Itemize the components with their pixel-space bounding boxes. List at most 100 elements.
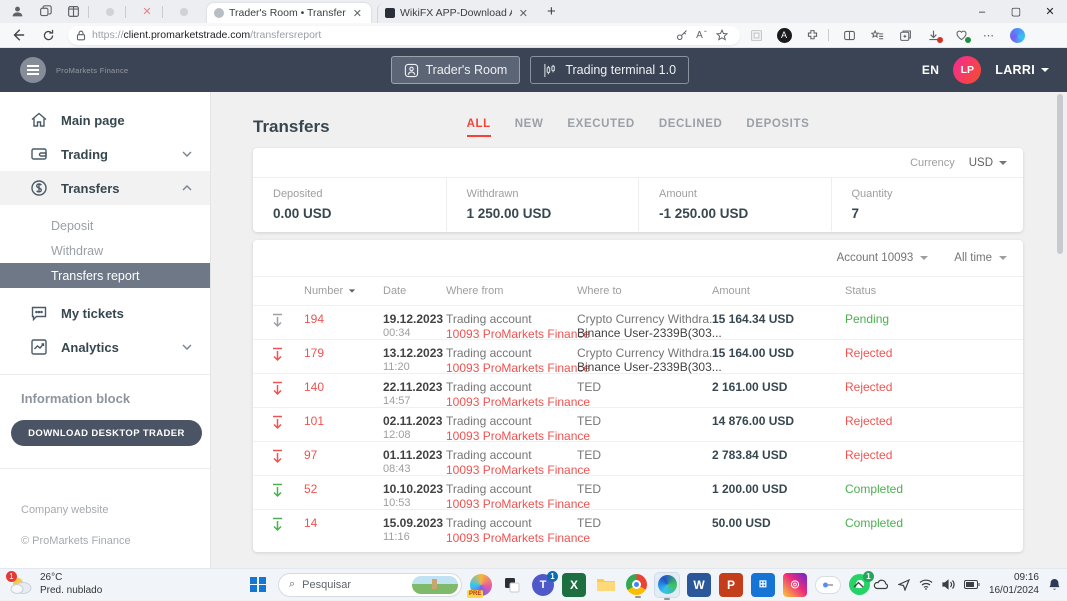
- table-row[interactable]: 14 15.09.202311:16 Trading account10093 …: [253, 509, 1023, 543]
- table-row[interactable]: 194 19.12.202300:34 Trading account10093…: [253, 305, 1023, 339]
- refresh-icon[interactable]: [36, 25, 60, 45]
- screenshot-icon[interactable]: [744, 25, 768, 45]
- copilot-taskbar-icon[interactable]: PRE: [470, 574, 492, 596]
- minimize-button[interactable]: –: [965, 0, 999, 23]
- password-key-icon[interactable]: [672, 29, 692, 41]
- workspaces-icon[interactable]: [34, 3, 56, 21]
- task-view-icon[interactable]: [500, 573, 524, 597]
- battery-icon[interactable]: [964, 580, 980, 589]
- column-number[interactable]: Number: [304, 285, 383, 297]
- start-button[interactable]: [246, 573, 270, 597]
- pinned-tab-close-icon[interactable]: ✕: [136, 3, 158, 21]
- weather-widget[interactable]: 1 26°C Pred. nublado: [8, 572, 102, 597]
- period-filter[interactable]: All time: [954, 252, 1007, 264]
- sidebar-item-main-page[interactable]: Main page: [0, 103, 210, 137]
- menu-hamburger-icon[interactable]: [20, 57, 46, 83]
- table-row[interactable]: 97 01.11.202308:43 Trading account10093 …: [253, 441, 1023, 475]
- passkey-icon[interactable]: [815, 576, 841, 594]
- downloads-icon[interactable]: [921, 25, 945, 45]
- copilot-icon[interactable]: [1005, 25, 1029, 45]
- sidebar-item-transfers[interactable]: Transfers: [0, 171, 210, 205]
- edge-icon[interactable]: [655, 573, 679, 597]
- pinned-tab-icon[interactable]: [173, 3, 195, 21]
- browser-profile-icon[interactable]: [6, 3, 28, 21]
- new-tab-button[interactable]: +: [547, 3, 556, 20]
- transfer-number[interactable]: 101: [304, 414, 383, 443]
- more-options-icon[interactable]: ⋯: [977, 25, 1001, 45]
- traders-room-button[interactable]: Trader's Room: [391, 56, 521, 84]
- table-row[interactable]: 52 10.10.202310:53 Trading account10093 …: [253, 475, 1023, 509]
- transfer-number[interactable]: 97: [304, 448, 383, 477]
- transfer-number[interactable]: 179: [304, 346, 383, 375]
- browser-essentials-icon[interactable]: [949, 25, 973, 45]
- word-icon[interactable]: W: [687, 573, 711, 597]
- transfer-number[interactable]: 140: [304, 380, 383, 409]
- table-row[interactable]: 179 13.12.202311:20 Trading account10093…: [253, 339, 1023, 373]
- account-link[interactable]: 10093 ProMarkets Finance: [446, 463, 577, 477]
- account-link[interactable]: 10093 ProMarkets Finance: [446, 497, 577, 511]
- transfer-number[interactable]: 14: [304, 516, 383, 545]
- extension-icon[interactable]: [800, 25, 824, 45]
- notification-bell-icon[interactable]: [1048, 578, 1061, 592]
- maximize-button[interactable]: ▢: [999, 0, 1033, 23]
- filter-tab[interactable]: ALL: [467, 118, 491, 137]
- onedrive-icon[interactable]: [873, 579, 889, 590]
- sidebar-item-my-tickets[interactable]: My tickets: [0, 296, 210, 330]
- trading-terminal-button[interactable]: Trading terminal 1.0: [530, 56, 689, 84]
- tab-close-icon[interactable]: ✕: [351, 7, 364, 20]
- close-button[interactable]: ✕: [1033, 0, 1067, 23]
- pinned-tab-icon[interactable]: [99, 3, 121, 21]
- excel-icon[interactable]: X: [562, 573, 586, 597]
- teams-icon[interactable]: T1: [532, 574, 554, 596]
- filter-tab[interactable]: DECLINED: [659, 118, 723, 137]
- account-link[interactable]: 10093 ProMarkets Finance: [446, 429, 577, 443]
- collections-icon[interactable]: [893, 25, 917, 45]
- taskbar-search[interactable]: ⌕ Pesquisar: [278, 573, 462, 597]
- instagram-icon[interactable]: ◎: [783, 573, 807, 597]
- tab-actions-icon[interactable]: [62, 3, 84, 21]
- account-filter[interactable]: Account 10093: [837, 252, 929, 264]
- private-profile-icon[interactable]: A: [772, 25, 796, 45]
- sidebar-item-analytics[interactable]: Analytics: [0, 330, 210, 364]
- read-aloud-icon[interactable]: A⌃: [692, 30, 712, 41]
- tray-expand-icon[interactable]: [853, 581, 864, 588]
- company-website-link[interactable]: Company website: [21, 504, 108, 516]
- transfer-number[interactable]: 194: [304, 312, 383, 341]
- account-link[interactable]: 10093 ProMarkets Finance: [446, 395, 577, 409]
- search-daily-image[interactable]: [412, 576, 458, 594]
- transfer-number[interactable]: 52: [304, 482, 383, 511]
- back-icon[interactable]: [6, 25, 30, 45]
- chrome-icon[interactable]: [626, 574, 647, 595]
- lock-icon[interactable]: [76, 30, 86, 41]
- taskbar-clock[interactable]: 09:16 16/01/2024: [989, 572, 1039, 597]
- user-menu[interactable]: LARRI: [995, 63, 1049, 77]
- filter-tab[interactable]: NEW: [515, 118, 544, 137]
- ms-store-icon[interactable]: ⊞: [751, 573, 775, 597]
- scrollbar-track[interactable]: [1057, 92, 1063, 568]
- tab-close-icon[interactable]: ✕: [517, 7, 530, 20]
- sidebar-subitem-deposit[interactable]: Deposit: [0, 213, 210, 238]
- volume-icon[interactable]: [942, 579, 955, 590]
- wifi-icon[interactable]: [919, 579, 933, 590]
- filter-tab[interactable]: EXECUTED: [567, 118, 634, 137]
- location-icon[interactable]: [898, 579, 910, 591]
- sidebar-subitem-transfers-report[interactable]: Transfers report: [0, 263, 210, 288]
- file-explorer-icon[interactable]: [594, 573, 618, 597]
- filter-tab[interactable]: DEPOSITS: [746, 118, 809, 137]
- favorite-star-icon[interactable]: [712, 29, 732, 41]
- split-screen-icon[interactable]: [837, 25, 861, 45]
- download-desktop-trader-button[interactable]: DOWNLOAD DESKTOP TRADER: [11, 420, 202, 446]
- favorites-list-icon[interactable]: [865, 25, 889, 45]
- powerpoint-icon[interactable]: P: [719, 573, 743, 597]
- tab-wikifx[interactable]: WikiFX APP-Download APP- Con ✕: [377, 3, 537, 23]
- user-avatar[interactable]: LP: [953, 56, 981, 84]
- scrollbar-thumb[interactable]: [1057, 94, 1063, 254]
- sidebar-item-trading[interactable]: Trading: [0, 137, 210, 171]
- url-field[interactable]: https://client.promarketstrade.com/trans…: [68, 26, 740, 45]
- language-selector[interactable]: EN: [922, 63, 939, 77]
- account-link[interactable]: 10093 ProMarkets Finance: [446, 531, 577, 545]
- account-link[interactable]: 10093 ProMarkets Finance: [446, 361, 577, 375]
- currency-select[interactable]: USD: [969, 157, 1007, 169]
- table-row[interactable]: 101 02.11.202312:08 Trading account10093…: [253, 407, 1023, 441]
- table-row[interactable]: 140 22.11.202314:57 Trading account10093…: [253, 373, 1023, 407]
